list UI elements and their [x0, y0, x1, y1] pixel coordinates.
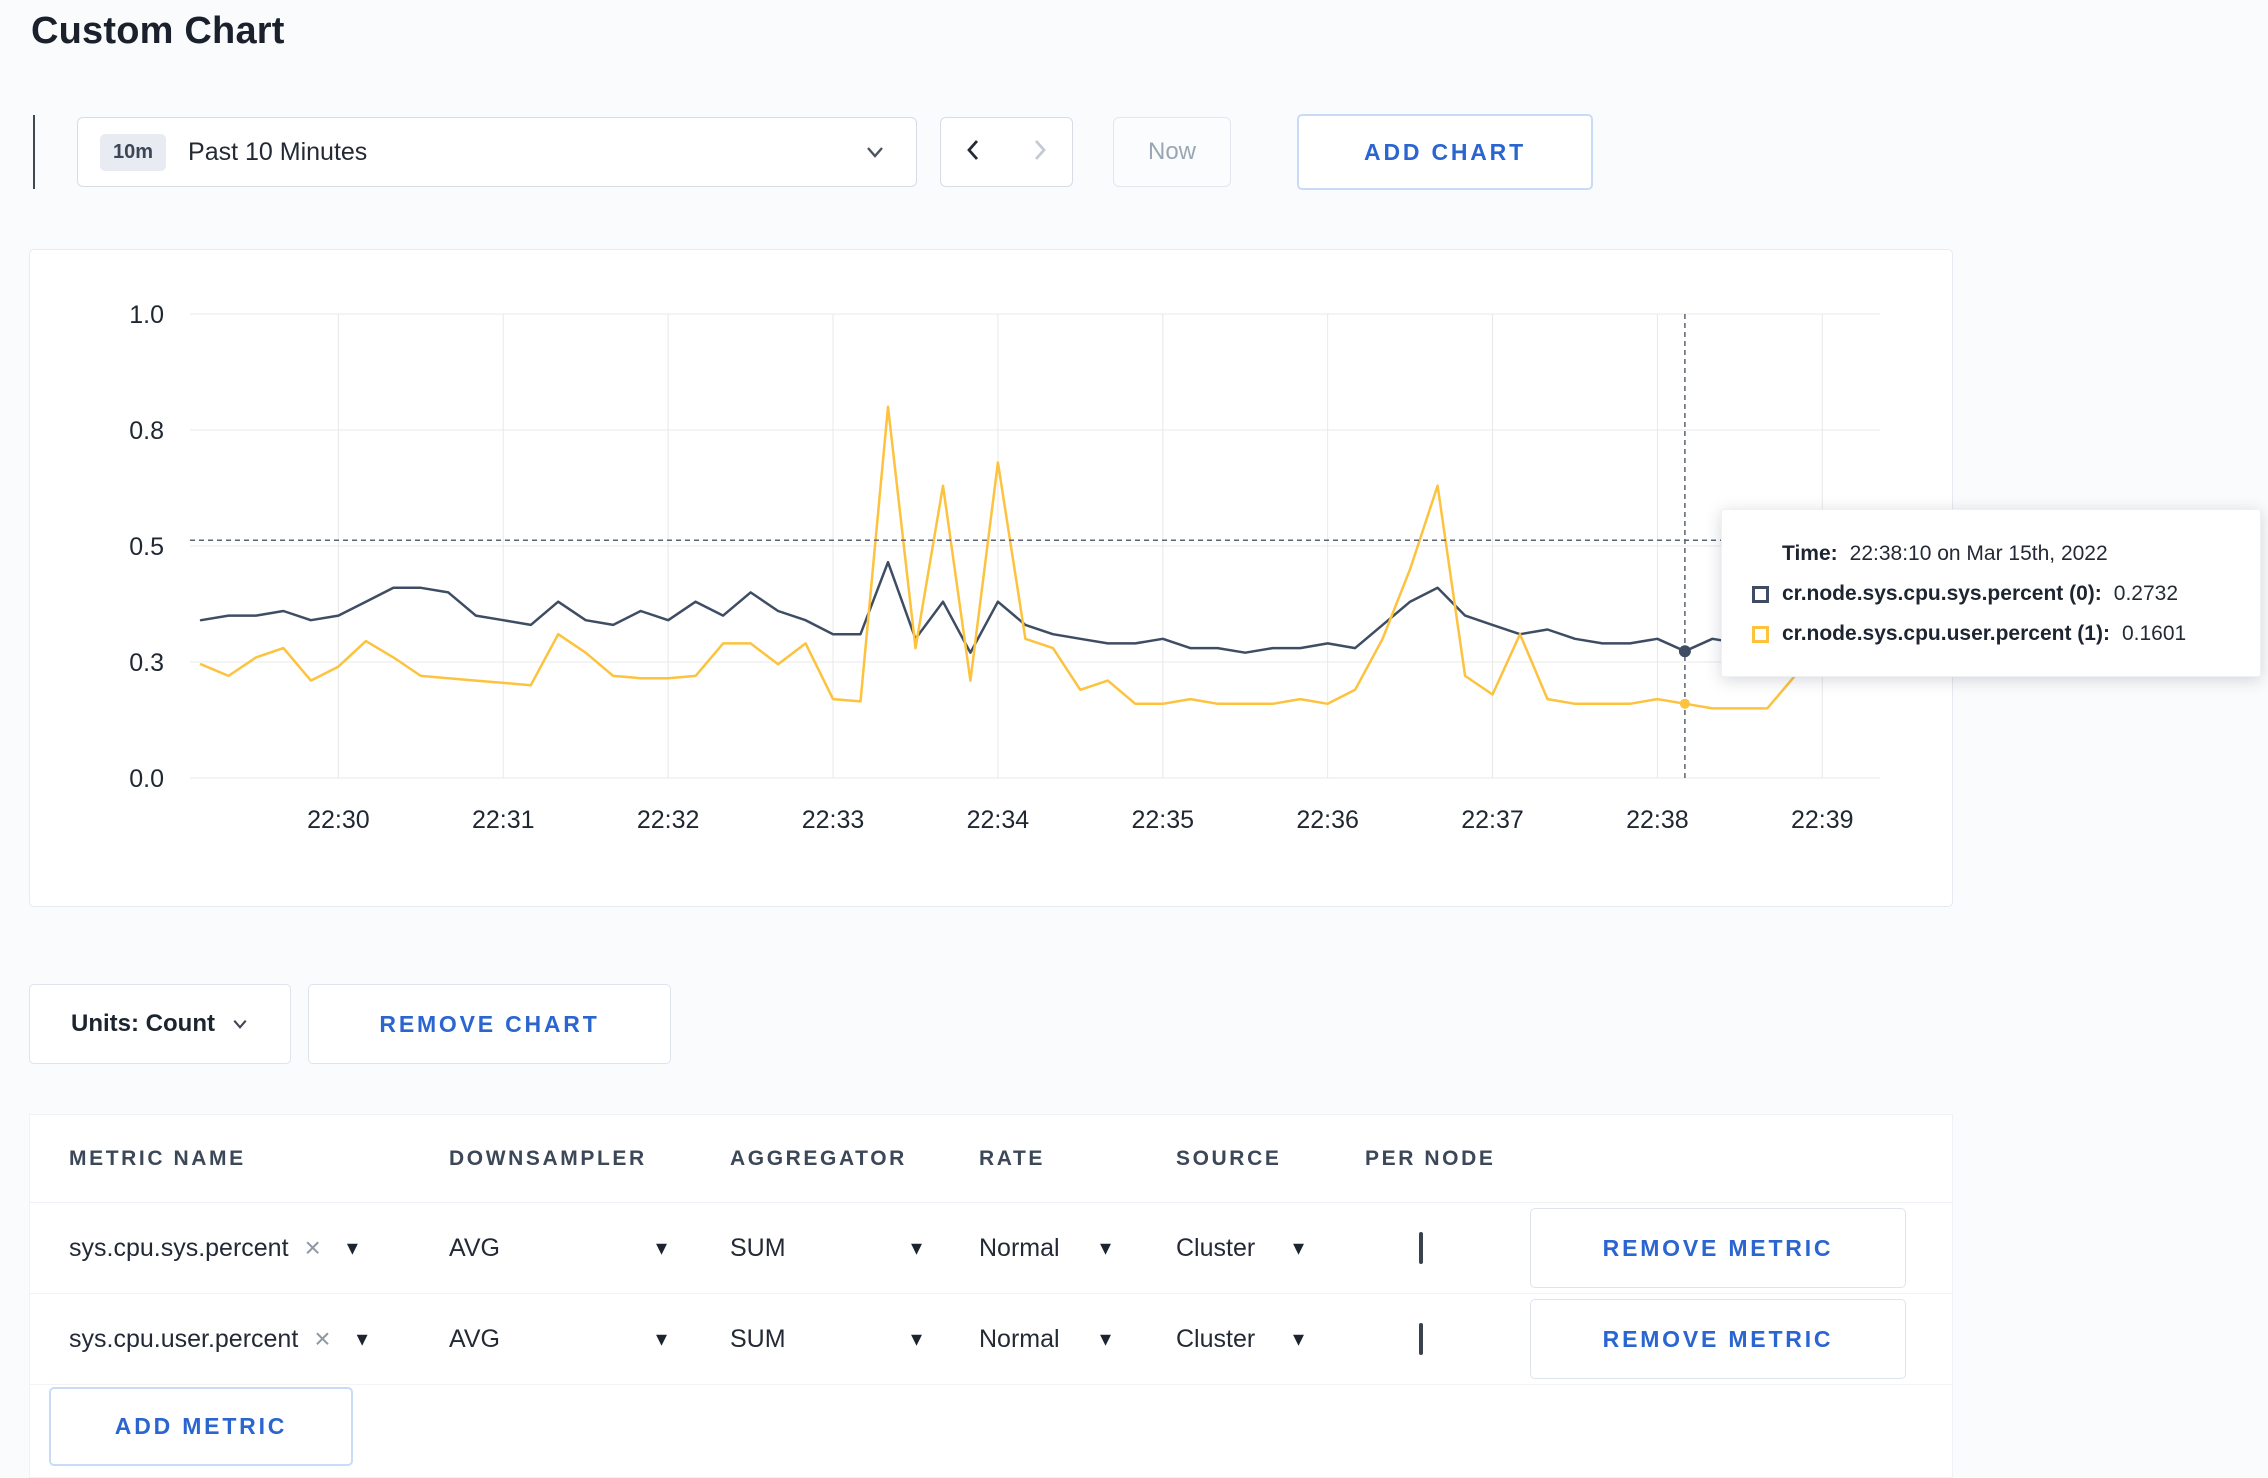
aggregator-select[interactable]: SUM ▾ — [730, 1234, 922, 1263]
caret-down-icon: ▾ — [1099, 1235, 1111, 1260]
x-tick-label: 22:38 — [1626, 806, 1689, 834]
per-node-checkbox[interactable] — [1419, 1231, 1423, 1264]
timeframe-divider — [33, 115, 35, 189]
units-select[interactable]: Units: Count — [29, 984, 291, 1064]
table-row: sys.cpu.sys.percent × ▾ AVG ▾ SUM ▾ Norm… — [30, 1203, 1952, 1294]
source-select[interactable]: Cluster ▾ — [1176, 1325, 1304, 1354]
tooltip-time-label: Time: — [1782, 542, 1838, 565]
caret-down-icon: ▾ — [655, 1235, 667, 1260]
clear-metric-icon[interactable]: × — [314, 1325, 330, 1353]
caret-down-icon: ▾ — [655, 1326, 667, 1351]
remove-metric-button[interactable]: REMOVE METRIC — [1530, 1299, 1906, 1379]
time-window-label: Past 10 Minutes — [188, 137, 368, 166]
chevron-down-icon — [231, 1015, 249, 1033]
y-tick-label: 0.3 — [129, 649, 164, 677]
y-tick-label: 0.0 — [129, 765, 164, 793]
tooltip-time-row: Time: 22:38:10 on Mar 15th, 2022 — [1752, 534, 2232, 574]
now-button[interactable]: Now — [1113, 117, 1231, 187]
table-row: sys.cpu.user.percent × ▾ AVG ▾ SUM ▾ Nor… — [30, 1294, 1952, 1385]
x-tick-label: 22:31 — [472, 806, 535, 834]
series-line — [199, 405, 1852, 710]
x-tick-label: 22:30 — [307, 806, 370, 834]
metric-name-select[interactable]: sys.cpu.user.percent × ▾ — [69, 1325, 449, 1354]
col-header-source: SOURCE — [1176, 1146, 1282, 1170]
col-header-aggregator: AGGREGATOR — [730, 1146, 907, 1170]
next-timewindow-button[interactable] — [1006, 117, 1073, 187]
chart-card: 0.0 0.3 0.5 0.8 1.0 22:30 22:31 22:32 22:33 22:34… — [29, 249, 1953, 907]
tooltip-time-value: 22:38:10 on Mar 15th, 2022 — [1849, 542, 2108, 565]
col-header-per-node: PER NODE — [1365, 1146, 1496, 1170]
chevron-right-icon — [1026, 137, 1052, 168]
y-tick-label: 1.0 — [129, 301, 164, 329]
tooltip-series-row: cr.node.sys.cpu.user.percent (1): 0.1601 — [1752, 614, 2232, 654]
time-window-badge: 10m — [100, 133, 167, 171]
tooltip-series-label: cr.node.sys.cpu.user.percent (1): — [1782, 622, 2110, 645]
series-swatch — [1752, 625, 1769, 643]
caret-down-icon: ▾ — [356, 1326, 368, 1351]
metric-name-label: sys.cpu.sys.percent — [69, 1233, 289, 1262]
x-tick-label: 22:39 — [1791, 806, 1854, 834]
remove-metric-button[interactable]: REMOVE METRIC — [1530, 1208, 1906, 1288]
add-metric-button[interactable]: ADD METRIC — [49, 1387, 353, 1466]
rate-select[interactable]: Normal ▾ — [979, 1325, 1111, 1354]
downsampler-select[interactable]: AVG ▾ — [449, 1234, 667, 1263]
chart-svg[interactable]: 0.0 0.3 0.5 0.8 1.0 22:30 22:31 22:32 22:33 22:34… — [30, 250, 1950, 890]
caret-down-icon: ▾ — [1292, 1235, 1304, 1260]
col-header-rate: RATE — [979, 1146, 1046, 1170]
tooltip-series-label: cr.node.sys.cpu.sys.percent (0): — [1782, 582, 2102, 605]
chevron-down-icon — [864, 141, 886, 163]
caret-down-icon: ▾ — [910, 1235, 922, 1260]
x-tick-label: 22:34 — [967, 806, 1030, 834]
col-header-downsampler: DOWNSAMPLER — [449, 1146, 647, 1170]
caret-down-icon: ▾ — [346, 1235, 358, 1260]
series-swatch — [1752, 585, 1769, 603]
x-tick-label: 22:32 — [637, 806, 700, 834]
clear-metric-icon[interactable]: × — [305, 1234, 321, 1262]
y-tick-label: 0.5 — [129, 533, 164, 561]
time-window-select[interactable]: 10m Past 10 Minutes — [77, 117, 917, 187]
downsampler-select[interactable]: AVG ▾ — [449, 1325, 667, 1354]
prev-timewindow-button[interactable] — [940, 117, 1007, 187]
chart-tooltip: Time: 22:38:10 on Mar 15th, 2022 cr.node… — [1721, 509, 2261, 677]
aggregator-select[interactable]: SUM ▾ — [730, 1325, 922, 1354]
table-header-row: METRIC NAME DOWNSAMPLER AGGREGATOR RATE … — [30, 1115, 1952, 1203]
x-tick-label: 22:35 — [1131, 806, 1194, 834]
caret-down-icon: ▾ — [910, 1326, 922, 1351]
rate-select[interactable]: Normal ▾ — [979, 1234, 1111, 1263]
units-label: Units: Count — [71, 1010, 215, 1037]
tooltip-series-value: 0.2732 — [2113, 582, 2179, 605]
tooltip-series-value: 0.1601 — [2121, 622, 2187, 645]
hover-point — [1679, 698, 1690, 709]
page-title: Custom Chart — [31, 10, 285, 52]
chevron-left-icon — [961, 137, 987, 168]
per-node-checkbox[interactable] — [1419, 1322, 1423, 1355]
col-header-metric-name: METRIC NAME — [69, 1146, 246, 1170]
metric-name-select[interactable]: sys.cpu.sys.percent × ▾ — [69, 1234, 449, 1263]
caret-down-icon: ▾ — [1292, 1326, 1304, 1351]
source-select[interactable]: Cluster ▾ — [1176, 1234, 1304, 1263]
metrics-table: METRIC NAME DOWNSAMPLER AGGREGATOR RATE … — [29, 1114, 1953, 1478]
add-chart-button[interactable]: ADD CHART — [1297, 114, 1593, 190]
remove-chart-button[interactable]: REMOVE CHART — [308, 984, 671, 1064]
caret-down-icon: ▾ — [1099, 1326, 1111, 1351]
tooltip-series-row: cr.node.sys.cpu.sys.percent (0): 0.2732 — [1752, 574, 2232, 614]
y-tick-label: 0.8 — [129, 417, 164, 445]
x-tick-label: 22:36 — [1296, 806, 1359, 834]
hover-point — [1678, 645, 1691, 658]
x-tick-label: 22:37 — [1461, 806, 1524, 834]
metric-name-label: sys.cpu.user.percent — [69, 1324, 299, 1353]
x-tick-label: 22:33 — [802, 806, 865, 834]
